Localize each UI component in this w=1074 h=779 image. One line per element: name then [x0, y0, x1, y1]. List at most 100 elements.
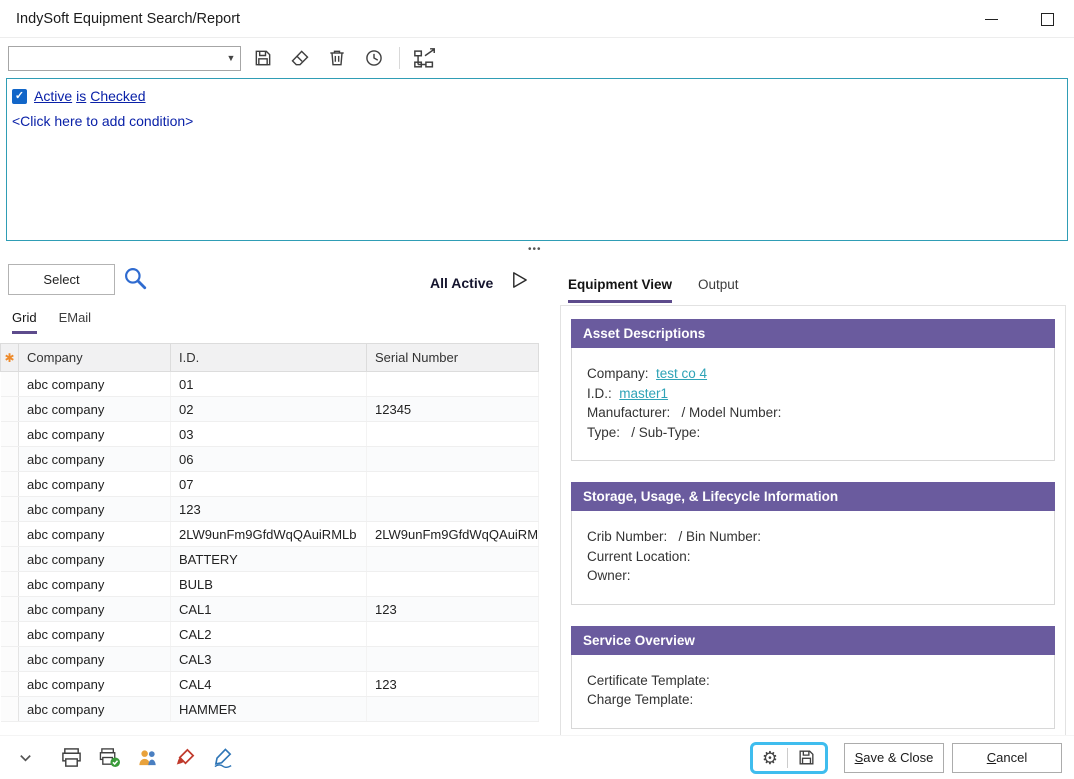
cell-id[interactable]: 06: [171, 447, 367, 472]
cell-id[interactable]: 03: [171, 422, 367, 447]
table-row[interactable]: abc companyHAMMER: [1, 697, 539, 722]
row-selector-cell[interactable]: [1, 522, 19, 547]
cell-company[interactable]: abc company: [19, 622, 171, 647]
cell-serial[interactable]: [367, 697, 539, 722]
cell-id[interactable]: CAL4: [171, 672, 367, 697]
cell-id[interactable]: 07: [171, 472, 367, 497]
cell-company[interactable]: abc company: [19, 572, 171, 597]
table-row[interactable]: abc companyBULB: [1, 572, 539, 597]
cell-id[interactable]: 2LW9unFm9GfdWqQAuiRMLb: [171, 522, 367, 547]
condition-row[interactable]: ✓ ActiveisChecked: [12, 88, 1062, 104]
cell-id[interactable]: BULB: [171, 572, 367, 597]
cell-company[interactable]: abc company: [19, 547, 171, 572]
row-selector-cell[interactable]: [1, 697, 19, 722]
row-selector-cell[interactable]: [1, 447, 19, 472]
cell-company[interactable]: abc company: [19, 697, 171, 722]
users-icon[interactable]: [134, 745, 160, 771]
column-header-company[interactable]: Company: [19, 344, 171, 372]
cell-serial[interactable]: [367, 447, 539, 472]
report-name-input[interactable]: [9, 47, 222, 70]
condition-checkbox[interactable]: ✓: [12, 89, 27, 104]
cell-serial[interactable]: [367, 572, 539, 597]
signature-icon[interactable]: [210, 745, 236, 771]
table-row[interactable]: abc companyCAL2: [1, 622, 539, 647]
cell-company[interactable]: abc company: [19, 422, 171, 447]
cell-company[interactable]: abc company: [19, 472, 171, 497]
cell-id[interactable]: CAL3: [171, 647, 367, 672]
table-row[interactable]: abc company07: [1, 472, 539, 497]
cell-id[interactable]: CAL2: [171, 622, 367, 647]
row-selector-cell[interactable]: [1, 672, 19, 697]
design-tool-icon[interactable]: [172, 745, 198, 771]
add-condition-link[interactable]: <Click here to add condition>: [12, 113, 1062, 129]
cell-id[interactable]: 02: [171, 397, 367, 422]
settings-gear-icon[interactable]: ⚙: [762, 749, 778, 767]
column-header-id[interactable]: I.D.: [171, 344, 367, 372]
cell-id[interactable]: 123: [171, 497, 367, 522]
tab-output[interactable]: Output: [698, 277, 739, 303]
row-selector-cell[interactable]: [1, 547, 19, 572]
cell-id[interactable]: HAMMER: [171, 697, 367, 722]
row-selector-cell[interactable]: [1, 572, 19, 597]
horizontal-splitter-handle[interactable]: •••: [528, 244, 542, 255]
cell-serial[interactable]: [367, 422, 539, 447]
record-link[interactable]: master1: [619, 386, 668, 401]
row-selector-cell[interactable]: [1, 472, 19, 497]
table-row[interactable]: abc company0212345: [1, 397, 539, 422]
row-selector-cell[interactable]: [1, 397, 19, 422]
table-row[interactable]: abc companyCAL1123: [1, 597, 539, 622]
table-row[interactable]: abc companyCAL3: [1, 647, 539, 672]
print-verified-icon[interactable]: [96, 745, 122, 771]
run-search-icon[interactable]: [510, 270, 529, 295]
cell-id[interactable]: BATTERY: [171, 547, 367, 572]
more-options-chevron-icon[interactable]: [12, 745, 38, 771]
cell-id[interactable]: CAL1: [171, 597, 367, 622]
quick-save-icon[interactable]: [797, 748, 816, 767]
maximize-button[interactable]: [1032, 4, 1062, 34]
table-row[interactable]: abc company06: [1, 447, 539, 472]
table-row[interactable]: abc companyCAL4123: [1, 672, 539, 697]
cell-company[interactable]: abc company: [19, 522, 171, 547]
cell-serial[interactable]: [367, 647, 539, 672]
cell-serial[interactable]: [367, 372, 539, 397]
cell-id[interactable]: 01: [171, 372, 367, 397]
condition-value[interactable]: Checked: [90, 88, 145, 104]
clear-conditions-icon[interactable]: [288, 46, 312, 70]
row-selector-cell[interactable]: [1, 372, 19, 397]
history-icon[interactable]: [362, 46, 386, 70]
save-close-button[interactable]: Save & Close: [844, 743, 944, 773]
column-header-serial[interactable]: Serial Number: [367, 344, 539, 372]
tab-equipment-view[interactable]: Equipment View: [568, 277, 672, 303]
row-selector-cell[interactable]: [1, 647, 19, 672]
cancel-button[interactable]: Cancel: [952, 743, 1062, 773]
delete-report-icon[interactable]: [325, 46, 349, 70]
search-icon[interactable]: [122, 265, 148, 296]
cell-company[interactable]: abc company: [19, 647, 171, 672]
record-link[interactable]: test co 4: [656, 366, 707, 381]
cell-serial[interactable]: 12345: [367, 397, 539, 422]
report-name-combobox[interactable]: ▼: [8, 46, 241, 71]
print-icon[interactable]: [58, 745, 84, 771]
table-row[interactable]: abc company01: [1, 372, 539, 397]
tab-grid[interactable]: Grid: [12, 310, 37, 334]
export-tree-icon[interactable]: [413, 46, 437, 70]
cell-serial[interactable]: [367, 497, 539, 522]
cell-serial[interactable]: [367, 547, 539, 572]
condition-field[interactable]: Active: [34, 88, 72, 104]
condition-operator[interactable]: is: [76, 88, 86, 104]
cell-company[interactable]: abc company: [19, 597, 171, 622]
table-row[interactable]: abc company2LW9unFm9GfdWqQAuiRMLb2LW9unF…: [1, 522, 539, 547]
combo-caret-icon[interactable]: ▼: [222, 47, 240, 70]
minimize-button[interactable]: [976, 4, 1006, 34]
tab-email[interactable]: EMail: [59, 310, 92, 334]
select-button[interactable]: Select: [8, 264, 115, 295]
cell-serial[interactable]: 123: [367, 597, 539, 622]
row-selector-cell[interactable]: [1, 622, 19, 647]
row-selector-cell[interactable]: [1, 597, 19, 622]
row-selector-cell[interactable]: [1, 497, 19, 522]
cell-company[interactable]: abc company: [19, 372, 171, 397]
table-row[interactable]: abc companyBATTERY: [1, 547, 539, 572]
cell-serial[interactable]: 2LW9unFm9GfdWqQAuiRMLb: [367, 522, 539, 547]
cell-company[interactable]: abc company: [19, 397, 171, 422]
cell-company[interactable]: abc company: [19, 497, 171, 522]
